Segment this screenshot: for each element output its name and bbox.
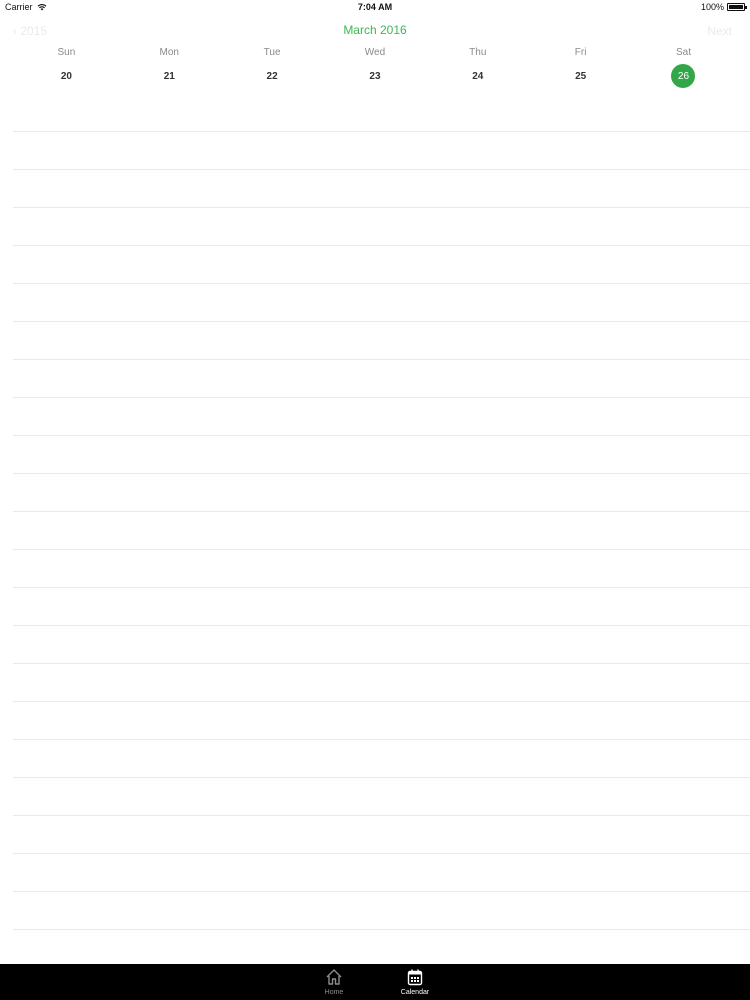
day-column-mon[interactable]: Mon 21 — [118, 45, 221, 88]
day-column-fri[interactable]: Fri 25 — [529, 45, 632, 88]
timeline-divider — [13, 663, 750, 664]
calendar-header: ‹ 2015 March 2016 Next — [0, 15, 750, 45]
status-time: 7:04 AM — [357, 2, 393, 12]
timeline-divider — [13, 853, 750, 854]
timeline-divider — [13, 777, 750, 778]
timeline-divider — [13, 321, 750, 322]
date-number[interactable]: 21 — [157, 64, 181, 88]
tab-calendar-label: Calendar — [400, 989, 430, 996]
calendar-icon — [406, 968, 424, 986]
day-column-wed[interactable]: Wed 23 — [324, 45, 427, 88]
date-number[interactable]: 22 — [260, 64, 284, 88]
status-bar: Carrier 7:04 AM 100% — [0, 0, 750, 15]
month-title: March 2016 — [343, 23, 407, 37]
selected-date[interactable]: 26 — [671, 64, 696, 88]
timeline-divider — [13, 587, 750, 588]
weekday-label: Sun — [57, 47, 76, 58]
weekday-label: Wed — [364, 47, 386, 58]
weekday-label: Mon — [159, 47, 179, 58]
next-button[interactable]: Next — [707, 24, 732, 38]
timeline-divider — [13, 891, 750, 892]
timeline-divider — [13, 283, 750, 284]
timeline-divider — [13, 473, 750, 474]
timeline-divider — [13, 397, 750, 398]
battery-tip — [745, 6, 747, 9]
battery-group: 100% — [700, 2, 747, 12]
timeline-divider — [13, 701, 750, 702]
battery-icon — [727, 3, 747, 11]
tab-home[interactable]: Home — [309, 968, 359, 996]
tab-home-label: Home — [324, 989, 344, 996]
timeline-divider — [13, 625, 750, 626]
date-number[interactable]: 24 — [466, 64, 490, 88]
timeline-divider — [13, 815, 750, 816]
app-screen: Carrier 7:04 AM 100% ‹ 2015 March 2016 N… — [0, 0, 750, 1000]
home-icon — [325, 968, 343, 986]
week-strip: Sun 20 Mon 21 Tue 22 Wed 23 Thu 24 Fri 25 Sat 26 — [15, 45, 735, 88]
weekday-label: Tue — [263, 47, 281, 58]
timeline-divider — [13, 169, 750, 170]
timeline-divider — [13, 131, 750, 132]
date-number[interactable]: 20 — [54, 64, 78, 88]
timeline-divider — [13, 245, 750, 246]
timeline-divider — [13, 739, 750, 740]
weekday-label: Sat — [675, 47, 691, 58]
weekday-label: Thu — [469, 47, 487, 58]
timeline-divider — [13, 359, 750, 360]
day-column-sun[interactable]: Sun 20 — [15, 45, 118, 88]
timeline-divider — [13, 929, 750, 930]
timeline-divider — [13, 207, 750, 208]
tab-calendar[interactable]: Calendar — [390, 968, 440, 996]
timeline-divider — [13, 549, 750, 550]
weekday-label: Fri — [574, 47, 587, 58]
battery-percent: 100% — [700, 2, 724, 12]
battery-level — [729, 5, 743, 9]
tab-bar: Home Calendar — [0, 964, 750, 1000]
day-column-tue[interactable]: Tue 22 — [221, 45, 324, 88]
timeline-divider — [13, 511, 750, 512]
day-column-sat[interactable]: Sat 26 — [632, 45, 735, 88]
date-number[interactable]: 23 — [363, 64, 387, 88]
timeline-divider — [13, 435, 750, 436]
day-column-thu[interactable]: Thu 24 — [426, 45, 529, 88]
date-number[interactable]: 25 — [569, 64, 593, 88]
